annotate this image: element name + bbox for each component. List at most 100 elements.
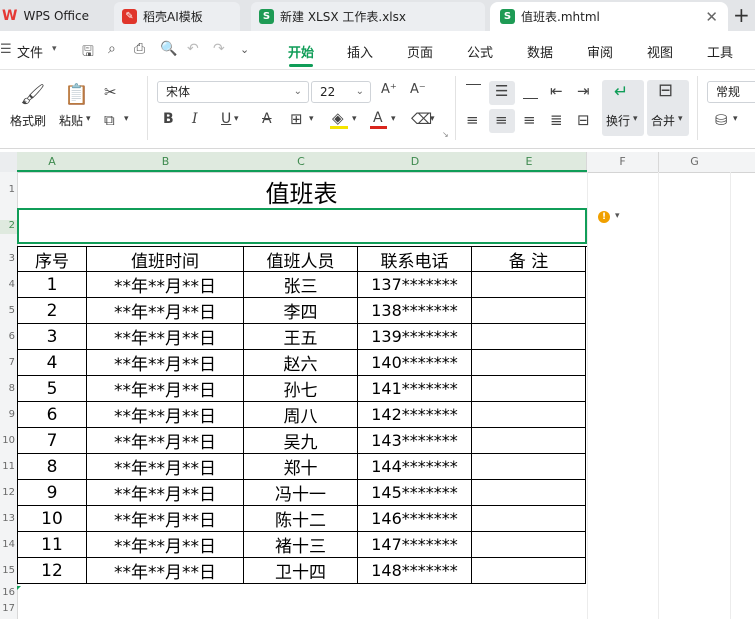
- cell-duty-person[interactable]: 张三: [244, 272, 358, 298]
- cell-remarks[interactable]: [472, 480, 586, 506]
- chevron-down-icon[interactable]: ▾: [430, 114, 435, 124]
- hamburger-icon[interactable]: ☰: [0, 42, 12, 57]
- cell-phone[interactable]: 141*******: [358, 376, 472, 402]
- menu-review[interactable]: 审阅: [587, 42, 613, 61]
- chevron-down-icon[interactable]: ▾: [124, 114, 129, 124]
- cell-duty-person[interactable]: 吴九: [244, 428, 358, 454]
- cell-duty-date[interactable]: **年**月**日: [87, 454, 244, 480]
- format-painter-icon[interactable]: 🖌: [20, 82, 45, 106]
- cell-seq[interactable]: 6: [18, 402, 87, 428]
- tab-wps-office[interactable]: W WPS Office: [2, 0, 112, 31]
- row-header-2[interactable]: 2: [0, 220, 17, 234]
- cell-seq[interactable]: 12: [18, 558, 87, 584]
- cell-phone[interactable]: 143*******: [358, 428, 472, 454]
- header-cell-phone[interactable]: 联系电话: [358, 247, 472, 272]
- cell-duty-date[interactable]: **年**月**日: [87, 376, 244, 402]
- cell-duty-date[interactable]: **年**月**日: [87, 324, 244, 350]
- cell-remarks[interactable]: [472, 376, 586, 402]
- menu-data[interactable]: 数据: [527, 42, 553, 61]
- distributed-icon[interactable]: ⊟: [577, 111, 590, 129]
- cell-remarks[interactable]: [472, 454, 586, 480]
- select-all-corner[interactable]: [0, 152, 17, 172]
- row-header-6[interactable]: 6: [0, 331, 17, 345]
- strikethrough-icon[interactable]: A: [262, 111, 272, 127]
- column-header-b[interactable]: B: [87, 152, 244, 172]
- row-header-12[interactable]: 12: [0, 487, 17, 501]
- row-header-14[interactable]: 14: [0, 539, 17, 553]
- header-cell-duty-date[interactable]: 值班时间: [87, 247, 244, 272]
- cell-seq[interactable]: 5: [18, 376, 87, 402]
- align-left-icon[interactable]: ≡: [466, 111, 479, 129]
- align-bottom-icon[interactable]: ⎽: [523, 82, 538, 100]
- number-format-select[interactable]: 常规: [707, 81, 755, 103]
- cell-phone[interactable]: 140*******: [358, 350, 472, 376]
- cell-phone[interactable]: 144*******: [358, 454, 472, 480]
- cell-duty-date[interactable]: **年**月**日: [87, 532, 244, 558]
- chevron-down-icon[interactable]: ▾: [733, 114, 738, 124]
- wrap-text-icon[interactable]: ↵: [614, 82, 628, 102]
- merge-cells-icon[interactable]: ⊟: [658, 80, 673, 101]
- cell-phone[interactable]: 138*******: [358, 298, 472, 324]
- menu-file[interactable]: 文件: [17, 42, 43, 61]
- cell-duty-person[interactable]: 周八: [244, 402, 358, 428]
- paste-icon[interactable]: 📋: [64, 82, 89, 106]
- cell-seq[interactable]: 3: [18, 324, 87, 350]
- row-header-8[interactable]: 8: [0, 383, 17, 397]
- column-header-a[interactable]: A: [17, 152, 87, 172]
- cell-remarks[interactable]: [472, 402, 586, 428]
- print-preview-icon[interactable]: 🔍: [160, 41, 177, 57]
- cell-duty-person[interactable]: 赵六: [244, 350, 358, 376]
- more-icon[interactable]: ⌄: [240, 43, 249, 56]
- align-center-icon[interactable]: ≡: [495, 111, 508, 129]
- cell-duty-person[interactable]: 孙七: [244, 376, 358, 402]
- cell-seq[interactable]: 9: [18, 480, 87, 506]
- font-size-select[interactable]: 22 ⌄: [311, 81, 371, 103]
- chevron-down-icon[interactable]: ▾: [391, 114, 396, 124]
- warning-icon[interactable]: !: [598, 211, 610, 223]
- align-right-icon[interactable]: ≡: [523, 111, 536, 129]
- save-icon[interactable]: 🖫: [82, 41, 94, 65]
- cell-duty-person[interactable]: 王五: [244, 324, 358, 350]
- cell-seq[interactable]: 8: [18, 454, 87, 480]
- cell-seq[interactable]: 11: [18, 532, 87, 558]
- cell-seq[interactable]: 2: [18, 298, 87, 324]
- cell-phone[interactable]: 145*******: [358, 480, 472, 506]
- menu-insert[interactable]: 插入: [347, 42, 373, 61]
- cell-remarks[interactable]: [472, 350, 586, 376]
- cell-remarks[interactable]: [472, 558, 586, 584]
- header-cell-remarks[interactable]: 备 注: [472, 247, 586, 272]
- cell-remarks[interactable]: [472, 506, 586, 532]
- row-header-10[interactable]: 10: [0, 435, 17, 449]
- column-header-e[interactable]: E: [472, 152, 586, 172]
- cell-duty-date[interactable]: **年**月**日: [87, 506, 244, 532]
- cell-duty-person[interactable]: 褚十三: [244, 532, 358, 558]
- chevron-down-icon[interactable]: ▾: [52, 44, 57, 54]
- cell-phone[interactable]: 142*******: [358, 402, 472, 428]
- cell-duty-date[interactable]: **年**月**日: [87, 350, 244, 376]
- print-icon[interactable]: ⎙: [134, 41, 145, 57]
- italic-icon[interactable]: I: [192, 111, 198, 127]
- cell-phone[interactable]: 139*******: [358, 324, 472, 350]
- chevron-down-icon[interactable]: ▾: [352, 114, 357, 124]
- column-header-c[interactable]: C: [244, 152, 358, 172]
- new-tab-icon[interactable]: +: [733, 3, 750, 27]
- cell-duty-date[interactable]: **年**月**日: [87, 298, 244, 324]
- cell-remarks[interactable]: [472, 272, 586, 298]
- indent-decrease-icon[interactable]: ⇤: [550, 82, 563, 100]
- cell-seq[interactable]: 1: [18, 272, 87, 298]
- menu-tools[interactable]: 工具: [707, 42, 733, 61]
- menu-page[interactable]: 页面: [407, 42, 433, 61]
- cell-phone[interactable]: 147*******: [358, 532, 472, 558]
- row-header-4[interactable]: 4: [0, 279, 17, 293]
- column-header-f[interactable]: F: [586, 152, 658, 172]
- row-header-5[interactable]: 5: [0, 305, 17, 319]
- bold-icon[interactable]: B: [163, 111, 174, 127]
- row-header-1[interactable]: 1: [0, 184, 17, 198]
- row-header-15[interactable]: 15: [0, 565, 17, 579]
- increase-font-icon[interactable]: A⁺: [381, 82, 397, 97]
- tab-new-xlsx[interactable]: S 新建 XLSX 工作表.xlsx: [251, 2, 485, 31]
- row-header-7[interactable]: 7: [0, 357, 17, 371]
- close-icon[interactable]: ✕: [705, 8, 718, 26]
- chevron-down-icon[interactable]: ▾: [678, 114, 683, 124]
- cell-remarks[interactable]: [472, 428, 586, 454]
